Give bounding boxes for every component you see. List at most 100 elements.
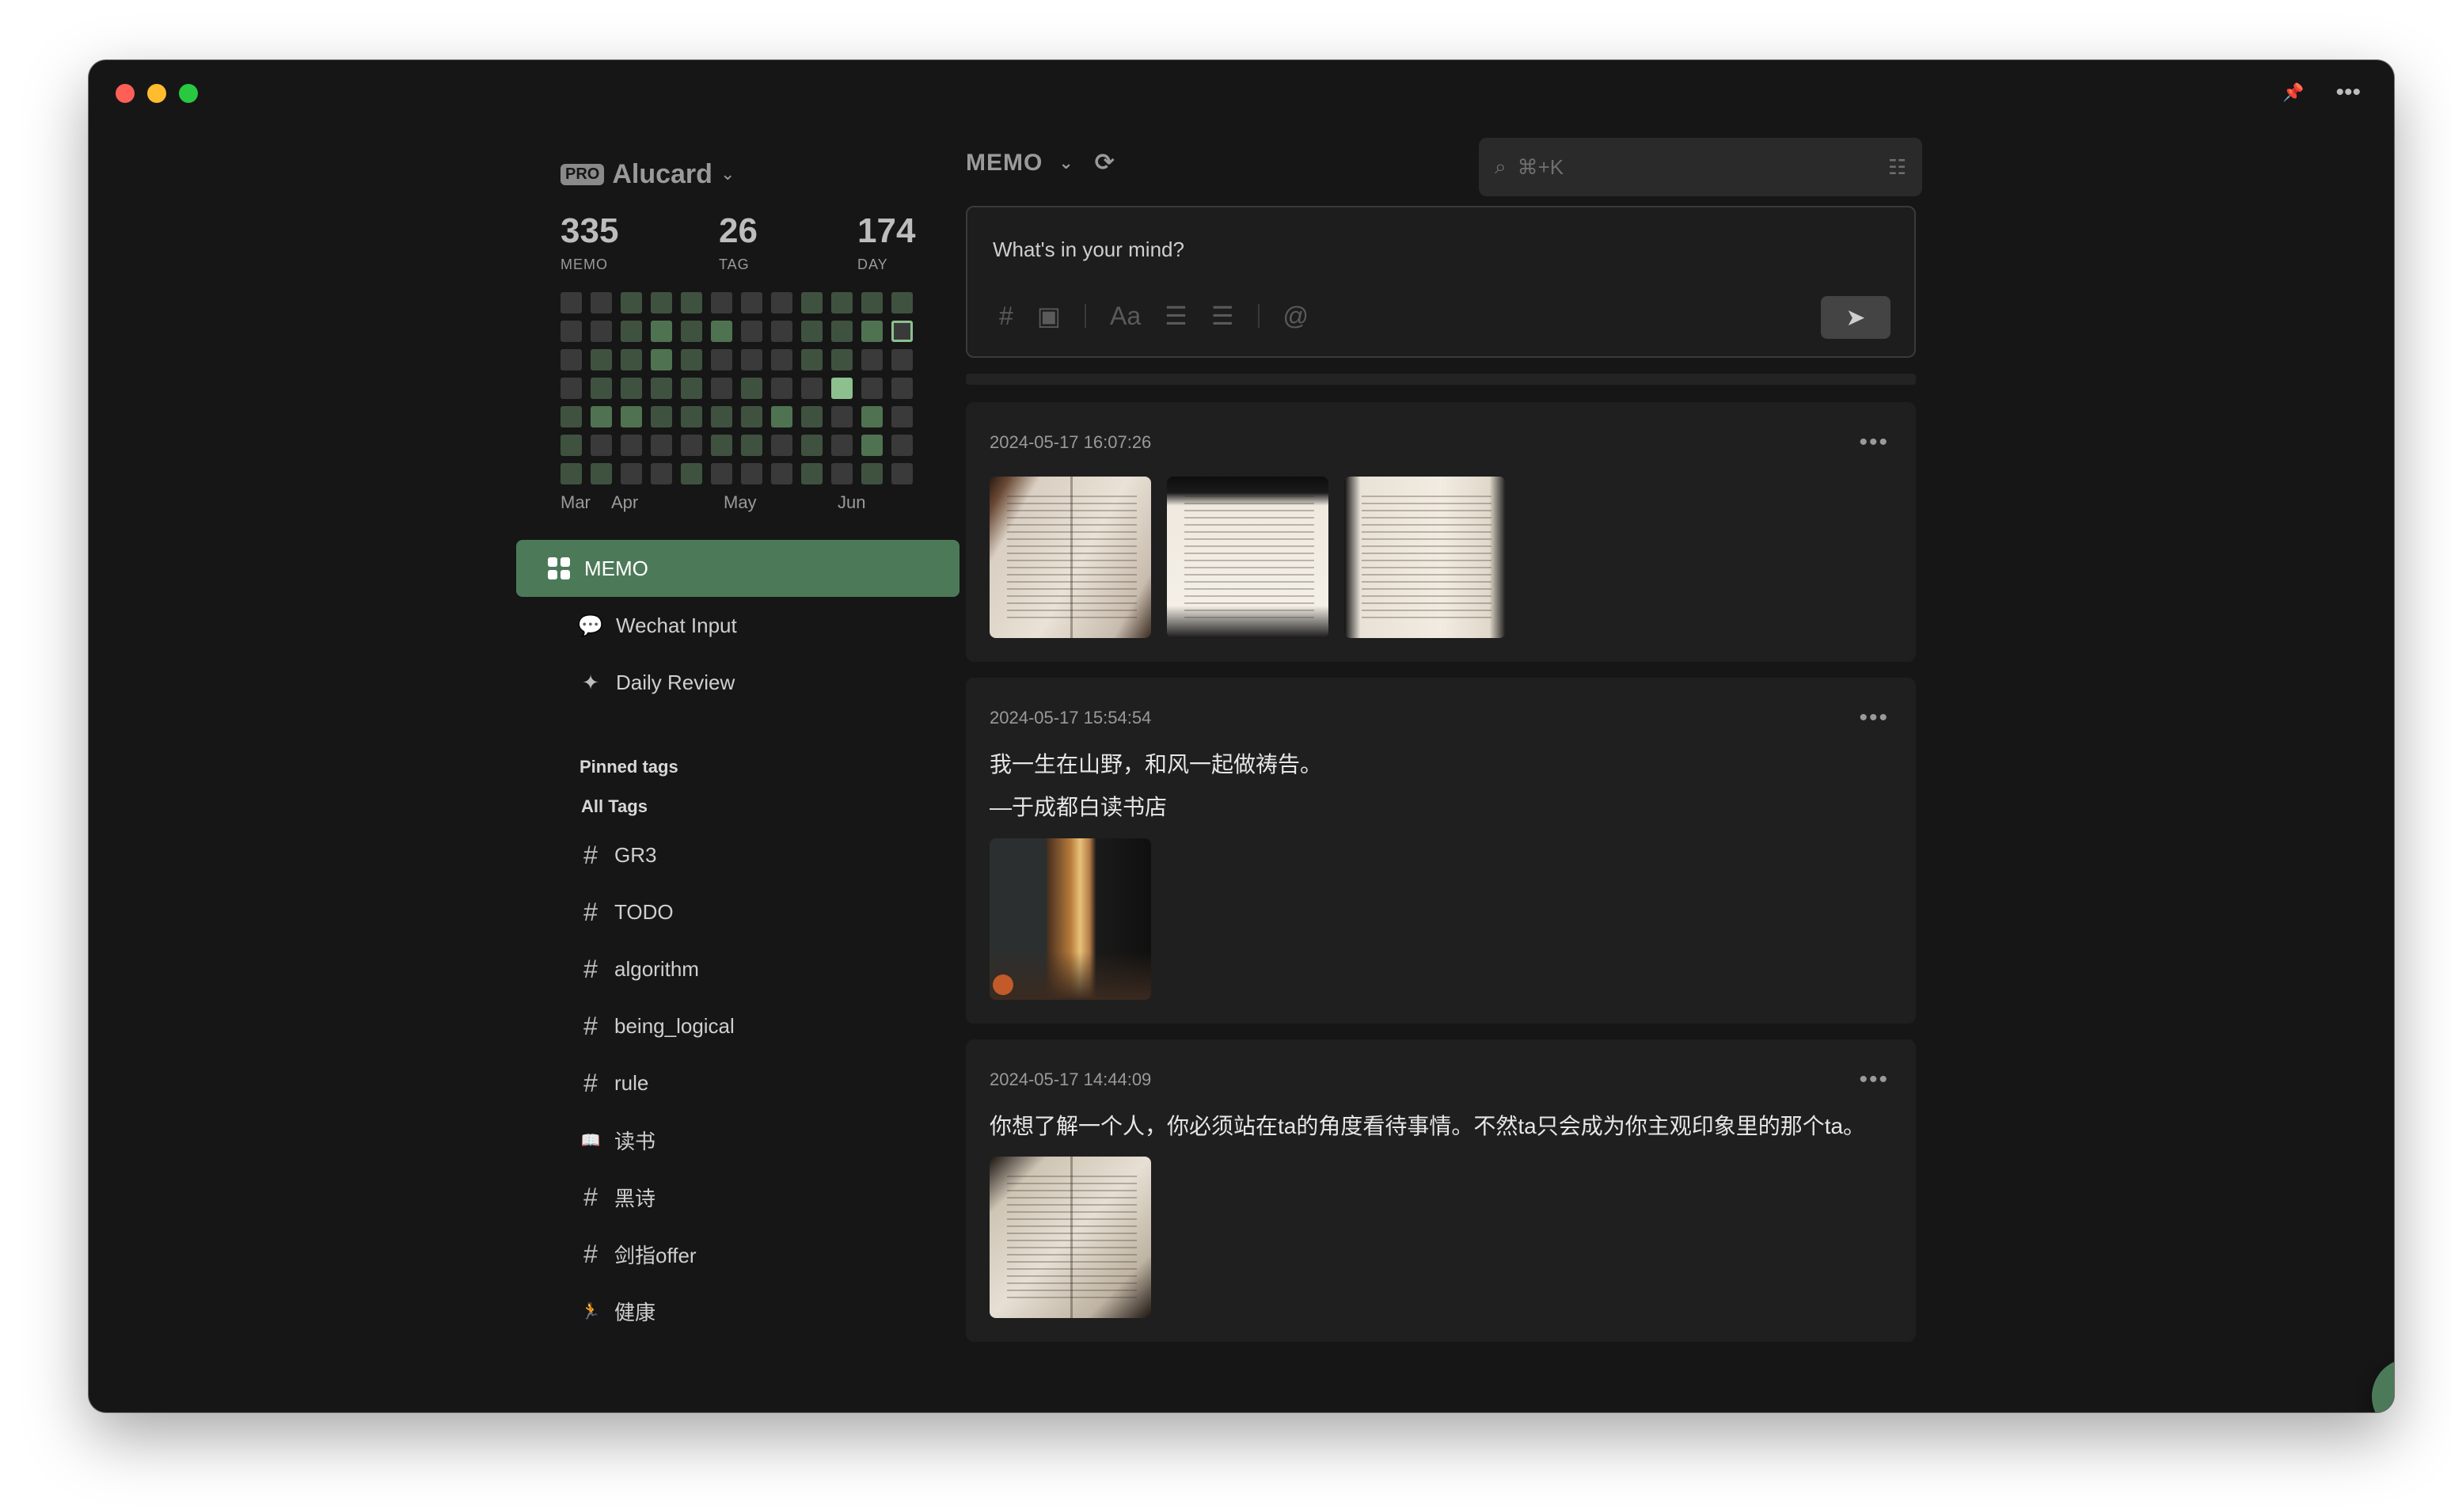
heatmap-cell[interactable]	[711, 435, 732, 456]
mention-icon[interactable]: @	[1283, 302, 1309, 331]
heatmap-cell[interactable]	[560, 463, 582, 484]
filter-icon[interactable]: ☷	[1888, 155, 1906, 180]
heatmap-cell[interactable]	[651, 292, 672, 313]
heatmap-cell[interactable]	[861, 463, 883, 484]
heatmap-cell[interactable]	[621, 292, 642, 313]
heatmap-cell[interactable]	[891, 406, 913, 427]
send-button[interactable]: ➤	[1821, 296, 1890, 339]
chevron-down-icon[interactable]: ⌄	[1058, 153, 1074, 173]
heatmap-cell[interactable]	[681, 463, 702, 484]
tag-item[interactable]: # GR3	[548, 826, 991, 883]
heatmap-cell[interactable]	[621, 378, 642, 399]
text-format-icon[interactable]: Aa	[1110, 302, 1141, 331]
bullet-list-icon[interactable]: ☰	[1165, 301, 1188, 331]
heatmap-cell[interactable]	[681, 435, 702, 456]
heatmap-cell[interactable]	[681, 292, 702, 313]
heatmap-cell[interactable]	[831, 378, 853, 399]
heatmap-cell[interactable]	[711, 406, 732, 427]
heatmap-cell[interactable]	[591, 378, 612, 399]
heatmap-cell[interactable]	[831, 321, 853, 342]
memo-input[interactable]	[991, 236, 1881, 271]
heatmap-cell[interactable]	[651, 349, 672, 370]
heatmap-cell[interactable]	[741, 292, 762, 313]
close-window-button[interactable]	[116, 84, 135, 103]
memo-image-thumbnail[interactable]	[990, 838, 1151, 1000]
heatmap-cell[interactable]	[681, 406, 702, 427]
heatmap-cell[interactable]	[591, 292, 612, 313]
page-title[interactable]: MEMO	[966, 150, 1043, 177]
heatmap-cell[interactable]	[621, 463, 642, 484]
heatmap-cell[interactable]	[771, 435, 792, 456]
heatmap-cell[interactable]	[801, 378, 823, 399]
heatmap-cell[interactable]	[560, 349, 582, 370]
memo-image-thumbnail[interactable]	[990, 477, 1151, 638]
user-menu[interactable]: PRO Alucard ⌄	[560, 155, 991, 193]
more-icon[interactable]: •••	[1859, 1066, 1889, 1093]
heatmap-cell[interactable]	[891, 292, 913, 313]
heatmap-cell[interactable]	[861, 406, 883, 427]
heatmap-cell[interactable]	[831, 463, 853, 484]
heatmap-cell[interactable]	[771, 463, 792, 484]
heatmap-cell[interactable]	[861, 378, 883, 399]
heatmap-cell[interactable]	[801, 406, 823, 427]
heatmap-cell[interactable]	[560, 321, 582, 342]
chevron-down-icon[interactable]: ⌄	[720, 164, 735, 184]
tag-item[interactable]: # algorithm	[548, 940, 991, 997]
heatmap-cell[interactable]	[801, 292, 823, 313]
heatmap-cell[interactable]	[741, 349, 762, 370]
nav-item-wechat-input[interactable]: 💬 Wechat Input	[548, 597, 991, 654]
search-bar[interactable]: ⌕ ☷	[1479, 138, 1922, 196]
heatmap-cell[interactable]	[861, 435, 883, 456]
heatmap-cell[interactable]	[651, 435, 672, 456]
heatmap-cell[interactable]	[801, 463, 823, 484]
heatmap-cell[interactable]	[560, 292, 582, 313]
heatmap-cell[interactable]	[801, 349, 823, 370]
heatmap-cell[interactable]	[621, 435, 642, 456]
heatmap-cell[interactable]	[891, 435, 913, 456]
tag-item[interactable]: # 剑指offer	[548, 1225, 991, 1282]
heatmap-cell[interactable]	[891, 463, 913, 484]
more-icon[interactable]: •••	[2335, 81, 2361, 104]
heatmap-cell[interactable]	[891, 378, 913, 399]
heatmap-cell[interactable]	[651, 406, 672, 427]
heatmap-cell[interactable]	[891, 349, 913, 370]
memo-image-thumbnail[interactable]	[1344, 477, 1506, 638]
compose-mail-button[interactable]: ✉	[2372, 1358, 2394, 1412]
heatmap-cell[interactable]	[681, 378, 702, 399]
more-icon[interactable]: •••	[1859, 429, 1889, 456]
heatmap-cell[interactable]	[711, 292, 732, 313]
heatmap-cell[interactable]	[651, 321, 672, 342]
tag-item[interactable]: 🏃 健康	[548, 1282, 991, 1339]
heatmap-cell[interactable]	[831, 292, 853, 313]
heatmap-cell[interactable]	[741, 435, 762, 456]
heatmap-cell[interactable]	[591, 435, 612, 456]
heatmap-cell[interactable]	[831, 435, 853, 456]
heatmap-cell[interactable]	[801, 435, 823, 456]
heatmap-cell[interactable]	[771, 292, 792, 313]
heatmap-cell[interactable]	[681, 349, 702, 370]
heatmap-cell[interactable]	[831, 349, 853, 370]
heatmap-cell[interactable]	[591, 321, 612, 342]
more-icon[interactable]: •••	[1859, 705, 1889, 731]
heatmap-cell[interactable]	[861, 292, 883, 313]
minimize-window-button[interactable]	[147, 84, 166, 103]
numbered-list-icon[interactable]: ☰	[1211, 301, 1234, 331]
memo-image-thumbnail[interactable]	[990, 1157, 1151, 1319]
heatmap-cell[interactable]	[681, 321, 702, 342]
heatmap-cell[interactable]	[621, 406, 642, 427]
heatmap-cell[interactable]	[741, 463, 762, 484]
heatmap-cell[interactable]	[591, 406, 612, 427]
heatmap-cell[interactable]	[771, 349, 792, 370]
heatmap-cell[interactable]	[711, 349, 732, 370]
memo-image-thumbnail[interactable]	[1167, 477, 1328, 638]
pin-icon[interactable]: 📌	[2282, 84, 2304, 101]
refresh-icon[interactable]: ⟳	[1095, 149, 1115, 177]
tag-item[interactable]: # 黑诗	[548, 1168, 991, 1225]
heatmap-cell[interactable]	[801, 321, 823, 342]
zoom-window-button[interactable]	[179, 84, 198, 103]
heatmap-cell[interactable]	[711, 463, 732, 484]
heatmap-cell[interactable]	[651, 463, 672, 484]
heatmap-cell[interactable]	[560, 378, 582, 399]
heatmap-cell[interactable]	[861, 321, 883, 342]
heatmap-cell[interactable]	[771, 406, 792, 427]
